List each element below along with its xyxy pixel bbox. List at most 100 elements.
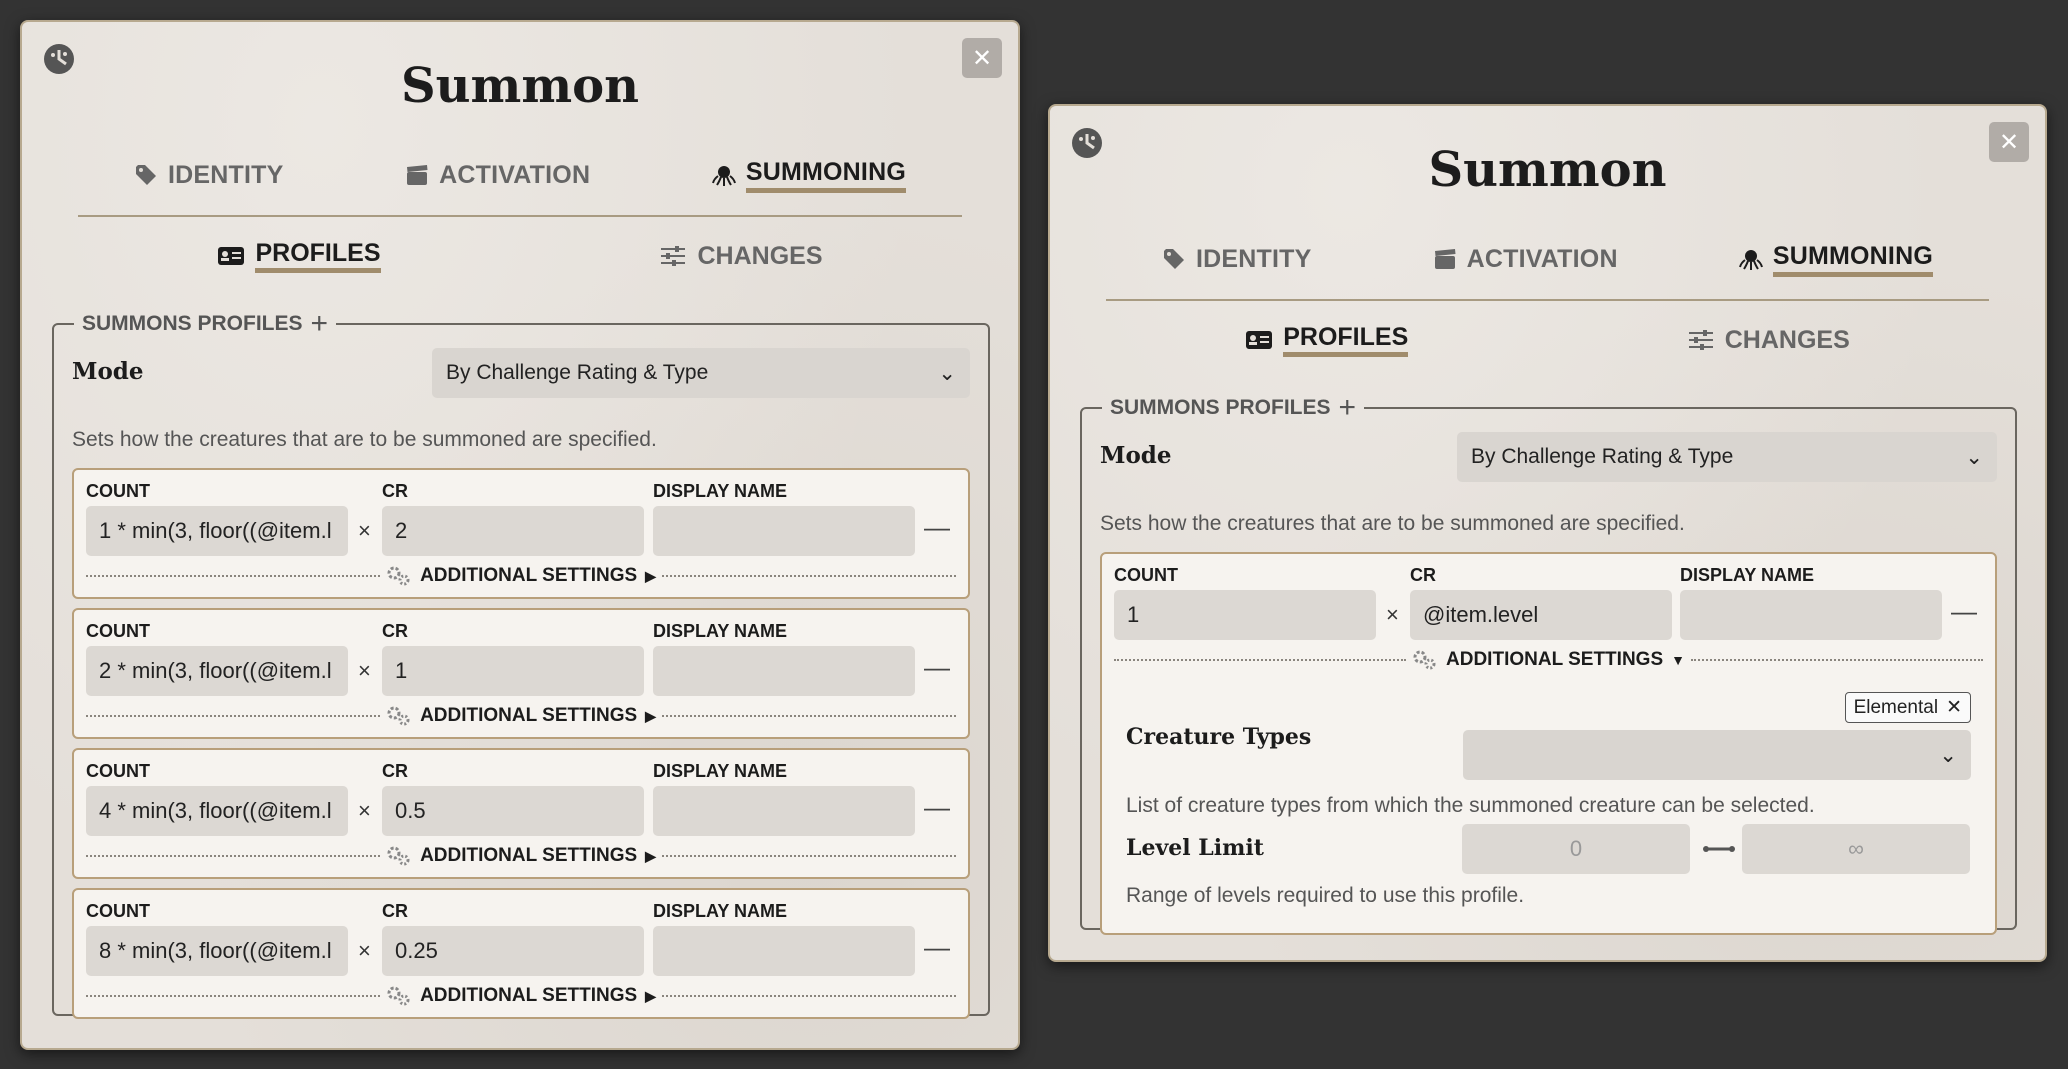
add-profile-icon[interactable]: + xyxy=(311,309,329,339)
tag-icon xyxy=(136,165,156,185)
tab-identity[interactable]: IDENTITY xyxy=(1162,239,1312,279)
count-input[interactable]: 4 * min(3, floor((@item.l xyxy=(86,786,348,836)
subtab-profiles[interactable]: PROFILES xyxy=(217,234,381,278)
additional-settings-toggle[interactable]: ADDITIONAL SETTINGS ▶ xyxy=(86,562,956,590)
summon-window-right: ✕ Summon IDENTITY ACTIVATION SUMMONING P… xyxy=(1048,104,2047,962)
mode-hint: Sets how the creatures that are to be su… xyxy=(1100,512,1685,535)
cr-label: CR xyxy=(382,901,408,921)
caret-right-icon: ▶ xyxy=(645,847,656,864)
display-name-label: DISPLAY NAME xyxy=(653,481,788,501)
mode-row: Mode By Challenge Rating & Type ⌄ xyxy=(72,348,970,400)
mode-select-value: By Challenge Rating & Type xyxy=(1471,445,1734,468)
chevron-down-icon: ⌄ xyxy=(938,361,956,385)
chevron-down-icon: ⌄ xyxy=(1965,445,1983,469)
cr-input[interactable]: 2 xyxy=(382,506,644,556)
cr-label: CR xyxy=(382,481,408,501)
count-input[interactable]: 8 * min(3, floor((@item.l xyxy=(86,926,348,976)
display-name-input[interactable] xyxy=(653,506,915,556)
display-name-input[interactable] xyxy=(1680,590,1942,640)
level-max-input[interactable]: ∞ xyxy=(1742,824,1970,874)
tab-summoning-label: SUMMONING xyxy=(745,158,906,193)
chevron-down-icon: ⌄ xyxy=(1939,743,1957,767)
times-icon: × xyxy=(358,798,371,823)
display-name-label: DISPLAY NAME xyxy=(1680,565,1815,585)
level-min-input[interactable]: 0 xyxy=(1462,824,1690,874)
count-label: COUNT xyxy=(86,481,150,501)
additional-settings-label: ADDITIONAL SETTINGS xyxy=(420,705,638,726)
sliders-icon xyxy=(1688,330,1713,350)
octopus-icon xyxy=(711,166,736,186)
tab-identity-label: IDENTITY xyxy=(168,160,284,189)
count-input[interactable]: 2 * min(3, floor((@item.l xyxy=(86,646,348,696)
additional-settings-toggle[interactable]: ADDITIONAL SETTINGS ▶ xyxy=(86,702,956,730)
subtab-changes[interactable]: CHANGES xyxy=(659,234,823,278)
subtab-changes[interactable]: CHANGES xyxy=(1687,318,1850,362)
remove-profile-button[interactable]: — xyxy=(924,652,950,683)
cr-input[interactable]: 0.5 xyxy=(382,786,644,836)
summons-profiles-fieldset: SUMMONS PROFILES + Mode By Challenge Rat… xyxy=(1080,393,2017,935)
remove-profile-button[interactable]: — xyxy=(924,512,950,543)
times-icon: × xyxy=(358,518,371,543)
gears-icon xyxy=(387,846,410,866)
count-input[interactable]: 1 xyxy=(1114,590,1376,640)
range-link-icon xyxy=(1703,846,1735,852)
remove-tag-icon[interactable]: ✕ xyxy=(1946,696,1962,719)
tab-summoning[interactable]: SUMMONING xyxy=(1738,239,1933,279)
add-profile-icon[interactable]: + xyxy=(1339,393,1357,423)
times-icon: × xyxy=(1386,602,1399,627)
caret-right-icon: ▶ xyxy=(645,707,656,724)
caret-down-icon: ▼ xyxy=(1671,652,1685,668)
count-label: COUNT xyxy=(86,761,150,781)
count-label: COUNT xyxy=(86,901,150,921)
sub-tabs: PROFILES CHANGES xyxy=(1106,318,1989,374)
tab-activation[interactable]: ACTIVATION xyxy=(1433,239,1618,279)
tab-activation-label: ACTIVATION xyxy=(1466,244,1618,273)
clapperboard-icon xyxy=(407,165,428,185)
remove-profile-button[interactable]: — xyxy=(924,932,950,963)
display-name-input[interactable] xyxy=(653,786,915,836)
cr-label: CR xyxy=(382,761,408,781)
remove-profile-button[interactable]: — xyxy=(924,792,950,823)
subtab-changes-label: CHANGES xyxy=(1724,325,1850,354)
count-input[interactable]: 1 * min(3, floor((@item.l xyxy=(86,506,348,556)
display-name-label: DISPLAY NAME xyxy=(653,901,788,921)
times-icon: × xyxy=(358,938,371,963)
tab-summoning[interactable]: SUMMONING xyxy=(711,155,906,195)
display-name-input[interactable] xyxy=(653,926,915,976)
remove-profile-button[interactable]: — xyxy=(1951,596,1977,627)
cr-input[interactable]: 0.25 xyxy=(382,926,644,976)
profile-card: COUNT CR DISPLAY NAME 1 × @item.level — … xyxy=(1100,552,1997,935)
id-card-icon xyxy=(1246,331,1273,349)
mode-select[interactable]: By Challenge Rating & Type ⌄ xyxy=(432,348,970,398)
caret-right-icon: ▶ xyxy=(645,987,656,1004)
window-title: Summon xyxy=(1428,142,1667,198)
creature-types-select[interactable]: ⌄ xyxy=(1463,730,1971,780)
display-name-input[interactable] xyxy=(653,646,915,696)
creature-type-tag-label: Elemental xyxy=(1853,696,1939,718)
gears-icon xyxy=(387,566,410,586)
additional-settings-toggle[interactable]: ADDITIONAL SETTINGS ▶ xyxy=(86,982,956,1010)
main-tabs: IDENTITY ACTIVATION SUMMONING xyxy=(78,155,962,217)
mode-row: Mode By Challenge Rating & Type ⌄ xyxy=(1100,432,1997,484)
level-limit-label: Level Limit xyxy=(1126,835,1264,861)
times-icon: × xyxy=(358,658,371,683)
creature-types-hint: List of creature types from which the su… xyxy=(1126,794,1815,817)
additional-settings-toggle[interactable]: ADDITIONAL SETTINGS ▶ xyxy=(86,842,956,870)
summons-profiles-fieldset: SUMMONS PROFILES + Mode By Challenge Rat… xyxy=(52,309,990,1019)
gears-icon xyxy=(387,706,410,726)
tab-identity[interactable]: IDENTITY xyxy=(134,155,284,195)
additional-settings-toggle[interactable]: ADDITIONAL SETTINGS ▼ xyxy=(1114,646,1983,674)
level-limit-hint: Range of levels required to use this pro… xyxy=(1126,884,1525,907)
subtab-profiles-label: PROFILES xyxy=(1283,323,1409,357)
mode-select[interactable]: By Challenge Rating & Type ⌄ xyxy=(1457,432,1997,482)
cr-input[interactable]: @item.level xyxy=(1410,590,1672,640)
subtab-profiles[interactable]: PROFILES xyxy=(1245,318,1409,362)
profile-card: COUNT CR DISPLAY NAME 4 * min(3, floor((… xyxy=(72,748,970,879)
mode-label: Mode xyxy=(72,358,144,385)
tab-activation[interactable]: ACTIVATION xyxy=(405,155,590,195)
cr-input[interactable]: 1 xyxy=(382,646,644,696)
subtab-changes-label: CHANGES xyxy=(697,241,823,270)
profile-card: COUNT CR DISPLAY NAME 1 * min(3, floor((… xyxy=(72,468,970,599)
tab-activation-label: ACTIVATION xyxy=(439,160,591,189)
legend-label: SUMMONS PROFILES xyxy=(82,312,303,335)
